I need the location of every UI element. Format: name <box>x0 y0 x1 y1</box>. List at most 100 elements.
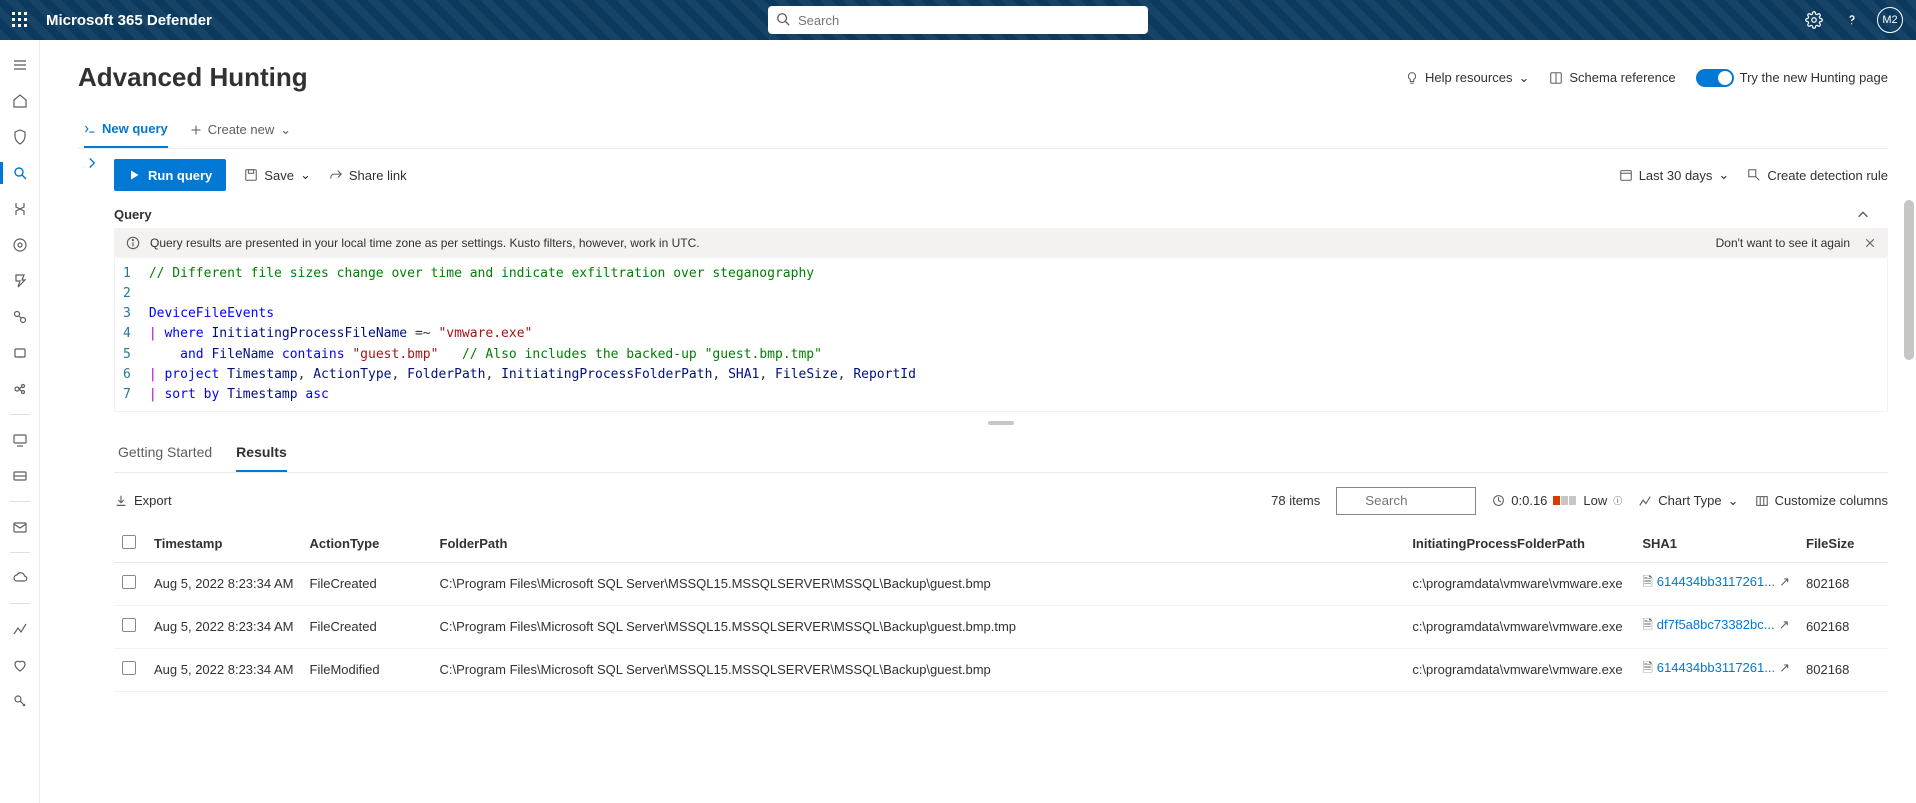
select-all-checkbox[interactable] <box>122 535 136 549</box>
try-new-toggle[interactable]: Try the new Hunting page <box>1696 69 1888 87</box>
cell-initfolder: c:\programdata\vmware\vmware.exe <box>1404 648 1634 691</box>
table-header-row: Timestamp ActionType FolderPath Initiati… <box>114 525 1888 563</box>
row-checkbox[interactable] <box>122 575 136 589</box>
account-avatar[interactable]: M2 <box>1874 4 1906 36</box>
toggle-switch[interactable] <box>1696 69 1734 87</box>
query-tabs: New query Create new ⌄ <box>78 111 1888 149</box>
nav-learning-icon[interactable] <box>0 300 40 334</box>
nav-shield-icon[interactable] <box>0 120 40 154</box>
chevron-down-icon: ⌄ <box>280 122 291 138</box>
cell-folderpath: C:\Program Files\Microsoft SQL Server\MS… <box>432 562 1405 605</box>
results-tabs: Getting Started Results <box>114 434 1888 473</box>
brand-title: Microsoft 365 Defender <box>46 12 212 29</box>
file-icon: 🗎 <box>1642 660 1652 675</box>
col-folderpath[interactable]: FolderPath <box>432 525 1405 563</box>
open-icon[interactable]: ↗ <box>1779 574 1790 589</box>
row-checkbox[interactable] <box>122 618 136 632</box>
save-button[interactable]: Save ⌄ <box>244 167 311 183</box>
table-row[interactable]: Aug 5, 2022 8:23:34 AMFileModifiedC:\Pro… <box>114 648 1888 691</box>
customize-columns-button[interactable]: Customize columns <box>1755 493 1888 508</box>
timezone-info-banner: Query results are presented in your loca… <box>114 228 1888 258</box>
info-icon <box>126 236 140 250</box>
sha1-link[interactable]: 614434bb3117261... <box>1657 660 1775 675</box>
open-icon[interactable]: ↗ <box>1779 660 1790 675</box>
global-search-input[interactable] <box>768 6 1148 34</box>
nav-menu-icon[interactable] <box>0 48 40 82</box>
nav-actions-icon[interactable] <box>0 192 40 226</box>
close-icon[interactable] <box>1864 237 1876 249</box>
lightbulb-icon <box>1405 71 1419 85</box>
detection-icon <box>1747 168 1761 182</box>
create-detection-rule-button[interactable]: Create detection rule <box>1747 168 1888 183</box>
row-checkbox[interactable] <box>122 661 136 675</box>
schema-reference-link[interactable]: Schema reference <box>1549 70 1675 85</box>
chevron-down-icon: ⌄ <box>1718 167 1729 183</box>
tab-new-query[interactable]: New query <box>84 111 168 148</box>
cell-sha1: 🗎 614434bb3117261... ↗ <box>1634 648 1798 691</box>
col-actiontype[interactable]: ActionType <box>302 525 432 563</box>
chart-type-button[interactable]: Chart Type ⌄ <box>1638 493 1738 509</box>
global-search <box>768 6 1148 34</box>
settings-icon[interactable] <box>1798 4 1830 36</box>
perf-bars-icon <box>1553 493 1577 508</box>
download-icon <box>114 494 128 508</box>
save-icon <box>244 168 258 182</box>
help-resources-link[interactable]: Help resources ⌄ <box>1405 70 1529 86</box>
cell-filesize: 802168 <box>1798 562 1888 605</box>
nav-reports-icon[interactable] <box>0 612 40 646</box>
cell-sha1: 🗎 614434bb3117261... ↗ <box>1634 562 1798 605</box>
nav-cloud-icon[interactable] <box>0 561 40 595</box>
cell-timestamp: Aug 5, 2022 8:23:34 AM <box>146 562 302 605</box>
file-icon: 🗎 <box>1642 574 1652 589</box>
code-content[interactable]: // Different file sizes change over time… <box>139 258 1887 411</box>
sha1-link[interactable]: df7f5a8bc73382bc... <box>1657 617 1775 632</box>
book-icon <box>1549 71 1563 85</box>
nav-assets-icon[interactable] <box>0 459 40 493</box>
expand-schema-icon[interactable] <box>86 157 98 169</box>
search-icon <box>776 12 790 26</box>
collapse-query-icon[interactable] <box>1856 208 1880 222</box>
tab-create-new[interactable]: Create new ⌄ <box>190 122 291 138</box>
nav-hunting-icon[interactable] <box>0 156 40 190</box>
scrollbar-thumb[interactable] <box>1904 200 1914 360</box>
main-content: Advanced Hunting Help resources ⌄ Schema… <box>40 40 1916 803</box>
nav-home-icon[interactable] <box>0 84 40 118</box>
query-editor[interactable]: 1234567 // Different file sizes change o… <box>114 258 1888 412</box>
nav-devices-icon[interactable] <box>0 423 40 457</box>
col-initfolder[interactable]: InitiatingProcessFolderPath <box>1404 525 1634 563</box>
dismiss-banner-link[interactable]: Don't want to see it again <box>1716 236 1850 250</box>
col-sha1[interactable]: SHA1 <box>1634 525 1798 563</box>
nav-tutorials-icon[interactable] <box>0 336 40 370</box>
line-numbers: 1234567 <box>115 258 139 411</box>
cell-actiontype: FileCreated <box>302 562 432 605</box>
nav-health-icon[interactable] <box>0 648 40 682</box>
sha1-link[interactable]: 614434bb3117261... <box>1657 574 1775 589</box>
tab-getting-started[interactable]: Getting Started <box>118 434 212 472</box>
help-icon[interactable] <box>1836 4 1868 36</box>
info-text: Query results are presented in your loca… <box>150 236 700 250</box>
app-launcher-icon[interactable] <box>0 0 40 40</box>
run-query-button[interactable]: Run query <box>114 159 226 191</box>
cell-actiontype: FileModified <box>302 648 432 691</box>
time-range-picker[interactable]: Last 30 days ⌄ <box>1619 167 1730 183</box>
col-timestamp[interactable]: Timestamp <box>146 525 302 563</box>
results-table: Timestamp ActionType FolderPath Initiati… <box>114 525 1888 692</box>
table-row[interactable]: Aug 5, 2022 8:23:34 AMFileCreatedC:\Prog… <box>114 605 1888 648</box>
nav-permissions-icon[interactable] <box>0 684 40 718</box>
nav-mail-icon[interactable] <box>0 510 40 544</box>
export-button[interactable]: Export <box>114 493 172 508</box>
results-search-input[interactable] <box>1336 487 1476 515</box>
cell-timestamp: Aug 5, 2022 8:23:34 AM <box>146 605 302 648</box>
splitter[interactable] <box>114 412 1888 434</box>
nav-threat-icon[interactable] <box>0 228 40 262</box>
query-perf[interactable]: 0:0.16 Low ⓘ <box>1492 493 1622 508</box>
cell-initfolder: c:\programdata\vmware\vmware.exe <box>1404 605 1634 648</box>
share-link-button[interactable]: Share link <box>329 168 407 183</box>
nav-score-icon[interactable] <box>0 264 40 298</box>
nav-partner-icon[interactable] <box>0 372 40 406</box>
table-row[interactable]: Aug 5, 2022 8:23:34 AMFileCreatedC:\Prog… <box>114 562 1888 605</box>
info-icon: ⓘ <box>1613 494 1622 507</box>
tab-results[interactable]: Results <box>236 434 287 472</box>
open-icon[interactable]: ↗ <box>1779 617 1790 632</box>
col-filesize[interactable]: FileSize <box>1798 525 1888 563</box>
